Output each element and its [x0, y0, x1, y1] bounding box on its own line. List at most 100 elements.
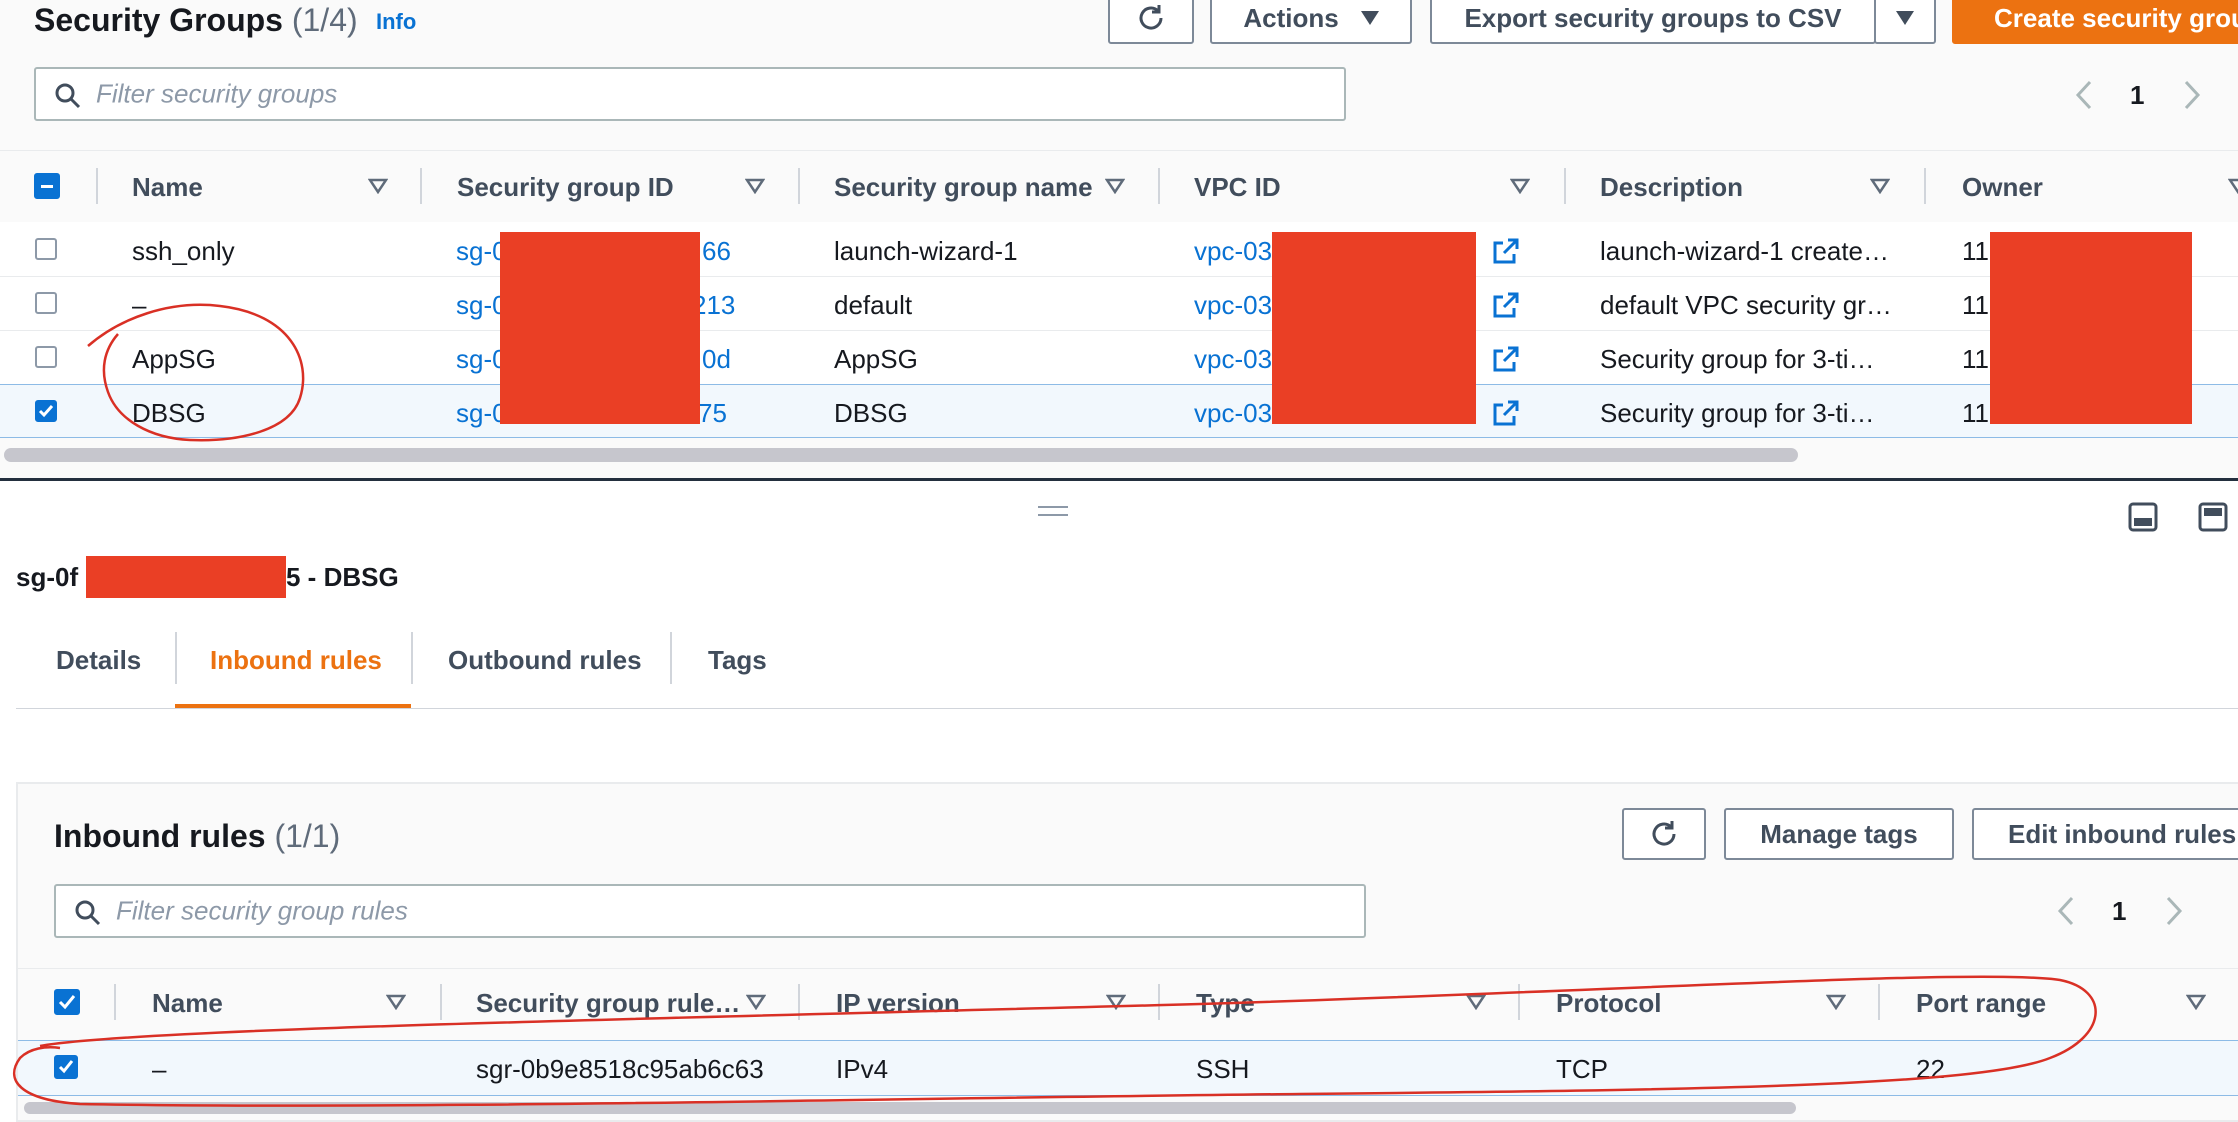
row-checkbox[interactable] [35, 238, 57, 260]
inbound-column-ip-version[interactable]: IP version [836, 988, 960, 1019]
sg-id-link[interactable]: sg-0 [456, 398, 507, 429]
column-divider[interactable] [1518, 984, 1520, 1020]
tab-tags[interactable]: Tags [708, 645, 767, 676]
external-link-icon[interactable] [1492, 345, 1520, 373]
inbound-column-protocol[interactable]: Protocol [1556, 988, 1661, 1019]
next-page-icon[interactable] [2164, 896, 2184, 926]
column-divider[interactable] [1158, 168, 1160, 204]
actions-button[interactable]: Actions [1210, 0, 1412, 44]
column-header-sg-id[interactable]: Security group ID [457, 172, 674, 203]
external-link-icon[interactable] [1492, 399, 1520, 427]
vpc-id-link[interactable]: vpc-03 [1194, 398, 1272, 429]
select-all-checkbox[interactable] [34, 173, 60, 199]
sg-group-name: AppSG [834, 344, 918, 374]
export-csv-button[interactable]: Export security groups to CSV [1430, 0, 1876, 44]
sort-icon[interactable] [1466, 994, 1486, 1010]
sort-icon[interactable] [745, 178, 765, 194]
table-row[interactable] [0, 222, 2238, 276]
column-divider[interactable] [114, 984, 116, 1020]
tab-details[interactable]: Details [56, 645, 141, 676]
page-number[interactable]: 1 [2130, 80, 2144, 111]
inbound-page-number[interactable]: 1 [2112, 896, 2126, 927]
column-divider[interactable] [96, 168, 98, 204]
external-link-icon[interactable] [1492, 291, 1520, 319]
sg-description: Security group for 3-ti… [1600, 344, 1875, 374]
column-header-vpc-id[interactable]: VPC ID [1194, 172, 1281, 203]
inbound-row-checkbox-checked[interactable] [54, 1055, 78, 1079]
sg-id-link[interactable]: sg-0 [456, 290, 507, 321]
prev-page-icon[interactable] [2074, 80, 2094, 110]
sg-name: ssh_only [132, 236, 235, 266]
table-row[interactable] [0, 276, 2238, 330]
edit-inbound-rules-button[interactable]: Edit inbound rules [1972, 808, 2238, 860]
row-checkbox[interactable] [35, 346, 57, 368]
column-divider[interactable] [1878, 984, 1880, 1020]
panel-bottom-icon[interactable] [2128, 502, 2158, 532]
next-page-icon[interactable] [2182, 80, 2202, 110]
manage-tags-button[interactable]: Manage tags [1724, 808, 1954, 860]
drag-handle-icon[interactable] [1038, 506, 1068, 516]
export-dropdown-button[interactable] [1874, 0, 1936, 44]
panel-side-icon[interactable] [2198, 502, 2228, 532]
table-row[interactable] [0, 330, 2238, 384]
column-divider[interactable] [420, 168, 422, 204]
sort-icon[interactable] [2186, 994, 2206, 1010]
check-icon [58, 1060, 74, 1074]
inbound-column-name[interactable]: Name [152, 988, 223, 1019]
column-header-sg-name[interactable]: Security group name [834, 172, 1093, 203]
sg-id-link-tail[interactable]: 66 [702, 236, 731, 267]
create-security-group-button[interactable]: Create security grou [1952, 0, 2238, 44]
sort-icon[interactable] [1870, 178, 1890, 194]
sg-id-link-tail[interactable]: 75 [698, 398, 727, 429]
column-divider[interactable] [1564, 168, 1566, 204]
column-divider[interactable] [440, 984, 442, 1020]
inbound-column-port-range[interactable]: Port range [1916, 988, 2046, 1019]
security-groups-search-input[interactable]: Filter security groups [34, 67, 1346, 121]
sg-description: default VPC security gr… [1600, 290, 1892, 320]
tab-divider [670, 632, 672, 684]
refresh-button[interactable] [1108, 0, 1194, 44]
column-header-name[interactable]: Name [132, 172, 203, 203]
tab-inbound-rules[interactable]: Inbound rules [210, 645, 382, 676]
column-header-owner[interactable]: Owner [1962, 172, 2043, 203]
sort-icon[interactable] [1106, 994, 1126, 1010]
column-divider[interactable] [798, 984, 800, 1020]
sort-icon[interactable] [386, 994, 406, 1010]
sort-icon[interactable] [746, 994, 766, 1010]
inbound-select-all-checkbox[interactable] [54, 989, 80, 1015]
vpc-id-link[interactable]: vpc-03 [1194, 290, 1272, 321]
sort-icon[interactable] [1510, 178, 1530, 194]
horizontal-scrollbar[interactable] [4, 448, 1798, 462]
inbound-column-rule-id[interactable]: Security group rule… [476, 988, 740, 1019]
selection-count: (1/4) [291, 2, 358, 38]
sort-icon[interactable] [1105, 178, 1125, 194]
sort-icon[interactable] [1826, 994, 1846, 1010]
sort-icon[interactable] [2228, 178, 2238, 194]
column-divider[interactable] [1158, 984, 1160, 1020]
sort-icon[interactable] [368, 178, 388, 194]
column-divider[interactable] [798, 168, 800, 204]
inbound-rules-search-input[interactable]: Filter security group rules [54, 884, 1366, 938]
split-panel-divider[interactable] [0, 478, 2238, 481]
inbound-rule-row-selected[interactable] [18, 1040, 2238, 1096]
inbound-refresh-button[interactable] [1622, 808, 1706, 860]
table-row-selected[interactable] [0, 384, 2238, 438]
external-link-icon[interactable] [1492, 237, 1520, 265]
sg-owner: 11 [1962, 290, 1989, 320]
info-link[interactable]: Info [376, 9, 416, 35]
sg-id-link-tail[interactable]: 0d [702, 344, 731, 375]
column-divider[interactable] [1924, 168, 1926, 204]
tab-outbound-rules[interactable]: Outbound rules [448, 645, 642, 676]
sg-owner: 11 [1962, 398, 1989, 428]
inbound-column-type[interactable]: Type [1196, 988, 1255, 1019]
vpc-id-link[interactable]: vpc-03 [1194, 236, 1272, 267]
inbound-horizontal-scrollbar[interactable] [24, 1102, 1796, 1114]
row-checkbox[interactable] [35, 292, 57, 314]
column-header-description[interactable]: Description [1600, 172, 1743, 203]
sg-id-link[interactable]: sg-0 [456, 344, 507, 375]
prev-page-icon[interactable] [2056, 896, 2076, 926]
row-checkbox-checked[interactable] [35, 400, 57, 422]
vpc-id-link[interactable]: vpc-03 [1194, 344, 1272, 375]
tab-divider [411, 632, 413, 684]
sg-id-link[interactable]: sg-0 [456, 236, 507, 267]
